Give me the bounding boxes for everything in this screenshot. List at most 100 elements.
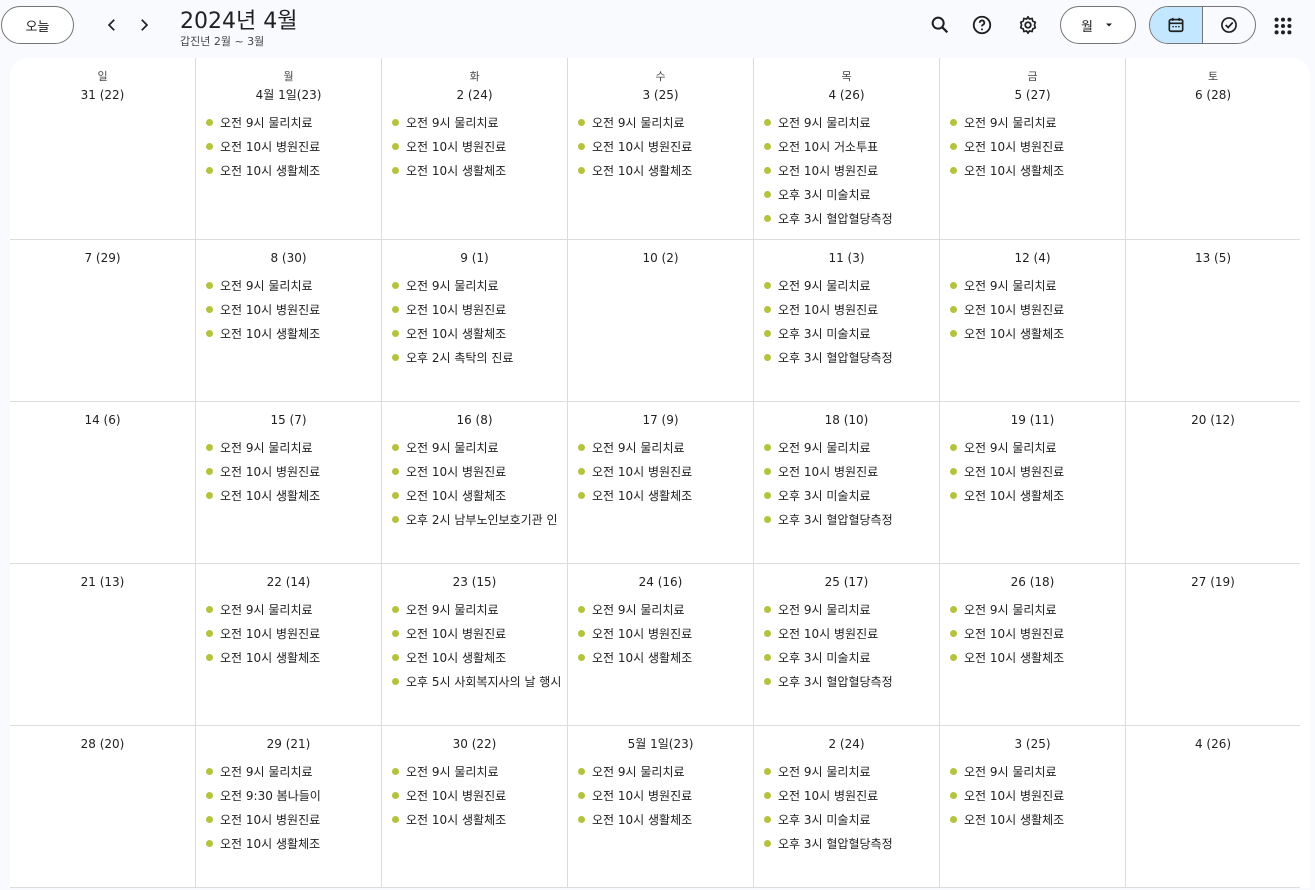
event-chip[interactable]: 오전 10시 생활체조 <box>382 158 567 182</box>
event-chip[interactable]: 오전 9시 물리치료 <box>754 110 939 134</box>
event-chip[interactable]: 오전 10시 병원진료 <box>940 297 1125 321</box>
event-chip[interactable]: 오전 10시 병원진료 <box>568 783 753 807</box>
event-chip[interactable]: 오후 2시 남부노인보호기관 인 <box>382 507 567 531</box>
event-chip[interactable]: 오후 3시 혈압혈당측정 <box>754 345 939 369</box>
day-cell[interactable]: 14 (6) <box>10 402 196 564</box>
event-chip[interactable]: 오전 10시 생활체조 <box>568 483 753 507</box>
event-chip[interactable]: 오전 9:30 봄나들이 <box>196 783 381 807</box>
day-number[interactable]: 22 (14) <box>196 573 381 591</box>
day-number[interactable]: 5 (27) <box>940 86 1125 104</box>
event-chip[interactable]: 오전 10시 생활체조 <box>196 645 381 669</box>
event-chip[interactable]: 오전 9시 물리치료 <box>754 759 939 783</box>
day-number[interactable]: 27 (19) <box>1126 573 1300 591</box>
event-chip[interactable]: 오전 10시 병원진료 <box>754 459 939 483</box>
event-chip[interactable]: 오전 10시 병원진료 <box>568 134 753 158</box>
event-chip[interactable]: 오전 10시 생활체조 <box>940 158 1125 182</box>
event-chip[interactable]: 오전 9시 물리치료 <box>382 597 567 621</box>
event-chip[interactable]: 오전 10시 생활체조 <box>940 483 1125 507</box>
day-number[interactable]: 25 (17) <box>754 573 939 591</box>
day-cell[interactable]: 30 (22) 오전 9시 물리치료 오전 10시 병원진료 오전 10시 생활체조 <box>382 726 568 888</box>
event-chip[interactable]: 오후 3시 미술치료 <box>754 182 939 206</box>
settings-button[interactable] <box>1012 9 1044 41</box>
event-chip[interactable]: 오전 9시 물리치료 <box>382 759 567 783</box>
day-number[interactable]: 19 (11) <box>940 411 1125 429</box>
day-number[interactable]: 30 (22) <box>382 735 567 753</box>
event-chip[interactable]: 오전 10시 생활체조 <box>568 807 753 831</box>
event-chip[interactable]: 오전 9시 물리치료 <box>196 435 381 459</box>
day-cell[interactable]: 20 (12) <box>1126 402 1300 564</box>
event-chip[interactable]: 오전 10시 병원진료 <box>940 783 1125 807</box>
day-cell[interactable]: 화 2 (24) 오전 9시 물리치료 오전 10시 병원진료 오전 10시 생활체조 <box>382 58 568 240</box>
day-cell[interactable]: 2 (24) 오전 9시 물리치료 오전 10시 병원진료 오후 3시 미술치료 오후 … <box>754 726 940 888</box>
day-cell[interactable]: 29 (21) 오전 9시 물리치료 오전 9:30 봄나들이 오전 10시 병원진료… <box>196 726 382 888</box>
event-chip[interactable]: 오전 10시 생활체조 <box>568 645 753 669</box>
day-cell[interactable]: 금 5 (27) 오전 9시 물리치료 오전 10시 병원진료 오전 10시 생활체조 <box>940 58 1126 240</box>
day-number[interactable]: 13 (5) <box>1126 249 1300 267</box>
event-chip[interactable]: 오전 10시 병원진료 <box>196 297 381 321</box>
day-cell[interactable]: 19 (11) 오전 9시 물리치료 오전 10시 병원진료 오전 10시 생활체조 <box>940 402 1126 564</box>
event-chip[interactable]: 오전 10시 생활체조 <box>196 483 381 507</box>
event-chip[interactable]: 오전 10시 병원진료 <box>382 621 567 645</box>
event-chip[interactable]: 오전 9시 물리치료 <box>382 110 567 134</box>
event-chip[interactable]: 오후 3시 미술치료 <box>754 321 939 345</box>
day-cell[interactable]: 15 (7) 오전 9시 물리치료 오전 10시 병원진료 오전 10시 생활체조 <box>196 402 382 564</box>
day-cell[interactable]: 13 (5) <box>1126 240 1300 402</box>
day-number[interactable]: 8 (30) <box>196 249 381 267</box>
day-number[interactable]: 23 (15) <box>382 573 567 591</box>
day-number[interactable]: 2 (24) <box>382 86 567 104</box>
next-month-button[interactable] <box>129 10 159 40</box>
event-chip[interactable]: 오전 9시 물리치료 <box>382 273 567 297</box>
event-chip[interactable]: 오전 10시 병원진료 <box>568 459 753 483</box>
day-cell[interactable]: 16 (8) 오전 9시 물리치료 오전 10시 병원진료 오전 10시 생활체조 오후… <box>382 402 568 564</box>
today-button[interactable]: 오늘 <box>1 6 74 44</box>
day-cell[interactable]: 27 (19) <box>1126 564 1300 726</box>
day-cell[interactable]: 3 (25) 오전 9시 물리치료 오전 10시 병원진료 오전 10시 생활체조 <box>940 726 1126 888</box>
event-chip[interactable]: 오후 2시 촉탁의 진료 <box>382 345 567 369</box>
event-chip[interactable]: 오전 10시 병원진료 <box>196 807 381 831</box>
day-number[interactable]: 6 (28) <box>1126 86 1300 104</box>
day-cell[interactable]: 4 (26) <box>1126 726 1300 888</box>
view-select[interactable]: 월 <box>1060 6 1136 44</box>
day-number[interactable]: 26 (18) <box>940 573 1125 591</box>
day-number[interactable]: 20 (12) <box>1126 411 1300 429</box>
day-number[interactable]: 16 (8) <box>382 411 567 429</box>
day-cell[interactable]: 수 3 (25) 오전 9시 물리치료 오전 10시 병원진료 오전 10시 생활체조 <box>568 58 754 240</box>
day-cell[interactable]: 18 (10) 오전 9시 물리치료 오전 10시 병원진료 오후 3시 미술치료 오후… <box>754 402 940 564</box>
day-cell[interactable]: 9 (1) 오전 9시 물리치료 오전 10시 병원진료 오전 10시 생활체조 오후 … <box>382 240 568 402</box>
event-chip[interactable]: 오전 10시 병원진료 <box>196 134 381 158</box>
event-chip[interactable]: 오전 10시 병원진료 <box>382 783 567 807</box>
day-number[interactable]: 12 (4) <box>940 249 1125 267</box>
event-chip[interactable]: 오전 9시 물리치료 <box>568 435 753 459</box>
event-chip[interactable]: 오전 10시 생활체조 <box>196 321 381 345</box>
day-number[interactable]: 15 (7) <box>196 411 381 429</box>
day-cell[interactable]: 23 (15) 오전 9시 물리치료 오전 10시 병원진료 오전 10시 생활체조 오… <box>382 564 568 726</box>
event-chip[interactable]: 오전 10시 병원진료 <box>940 621 1125 645</box>
event-chip[interactable]: 오전 9시 물리치료 <box>196 110 381 134</box>
previous-month-button[interactable] <box>97 10 127 40</box>
event-chip[interactable]: 오전 9시 물리치료 <box>568 759 753 783</box>
event-chip[interactable]: 오전 10시 병원진료 <box>382 134 567 158</box>
event-chip[interactable]: 오전 10시 생활체조 <box>382 645 567 669</box>
event-chip[interactable]: 오전 9시 물리치료 <box>568 110 753 134</box>
event-chip[interactable]: 오전 10시 생활체조 <box>940 321 1125 345</box>
calendar-view-toggle[interactable] <box>1150 7 1203 43</box>
day-number[interactable]: 9 (1) <box>382 249 567 267</box>
day-cell[interactable]: 목 4 (26) 오전 9시 물리치료 오전 10시 거소투표 오전 10시 병원진료 오… <box>754 58 940 240</box>
event-chip[interactable]: 오전 9시 물리치료 <box>940 273 1125 297</box>
day-cell[interactable]: 8 (30) 오전 9시 물리치료 오전 10시 병원진료 오전 10시 생활체조 <box>196 240 382 402</box>
event-chip[interactable]: 오후 3시 미술치료 <box>754 645 939 669</box>
day-number[interactable]: 10 (2) <box>568 249 753 267</box>
day-number[interactable]: 2 (24) <box>754 735 939 753</box>
event-chip[interactable]: 오전 10시 병원진료 <box>196 621 381 645</box>
day-number[interactable]: 4 (26) <box>1126 735 1300 753</box>
event-chip[interactable]: 오전 9시 물리치료 <box>940 759 1125 783</box>
event-chip[interactable]: 오후 3시 미술치료 <box>754 483 939 507</box>
event-chip[interactable]: 오전 10시 병원진료 <box>382 459 567 483</box>
event-chip[interactable]: 오전 10시 병원진료 <box>568 621 753 645</box>
day-number[interactable]: 18 (10) <box>754 411 939 429</box>
event-chip[interactable]: 오후 3시 혈압혈당측정 <box>754 669 939 693</box>
day-cell[interactable]: 24 (16) 오전 9시 물리치료 오전 10시 병원진료 오전 10시 생활체조 <box>568 564 754 726</box>
tasks-view-toggle[interactable] <box>1203 7 1255 43</box>
event-chip[interactable]: 오전 10시 병원진료 <box>754 158 939 182</box>
day-cell[interactable]: 11 (3) 오전 9시 물리치료 오전 10시 병원진료 오후 3시 미술치료 오후 … <box>754 240 940 402</box>
